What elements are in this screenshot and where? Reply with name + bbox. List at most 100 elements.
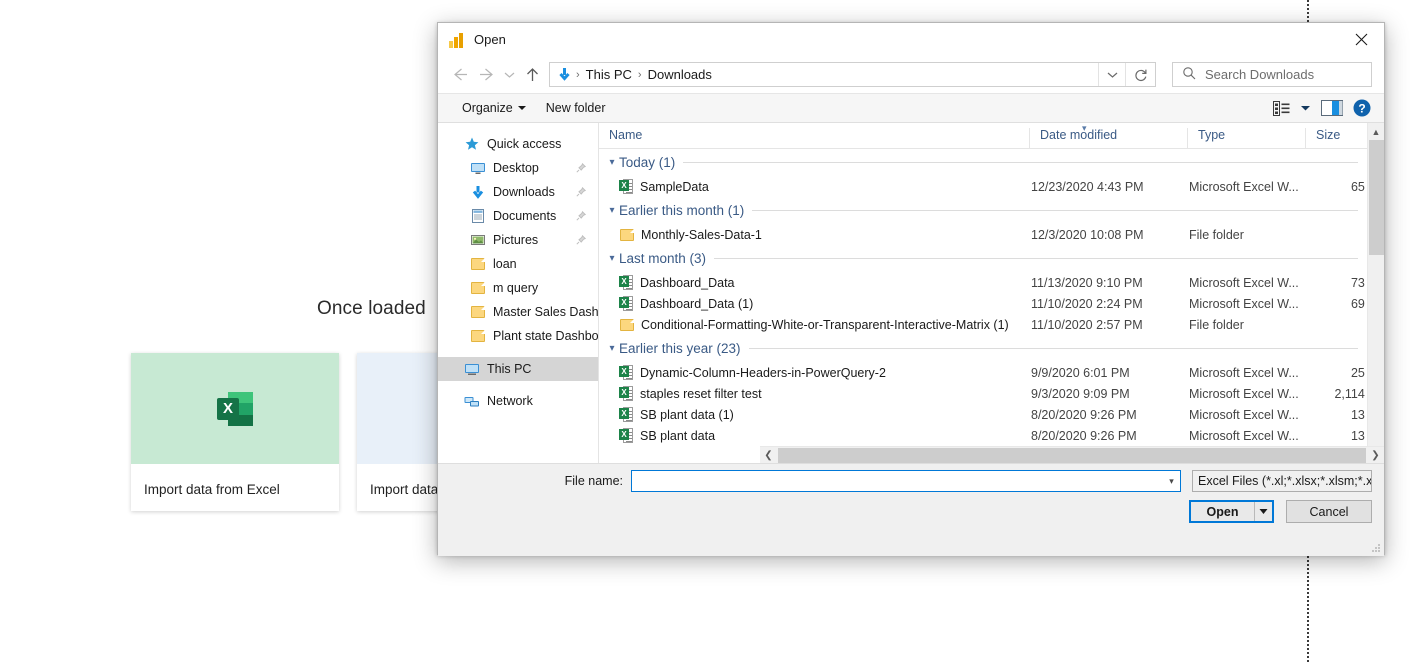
table-row[interactable]: Conditional-Formatting-White-or-Transpar… — [599, 314, 1366, 335]
chevron-down-icon[interactable]: ▾ — [1163, 476, 1180, 487]
new-folder-button[interactable]: New folder — [536, 96, 616, 120]
arrow-left-icon[interactable] — [447, 62, 473, 88]
arrow-up-icon[interactable] — [519, 62, 545, 88]
scroll-left-icon[interactable]: ❮ — [760, 447, 777, 464]
sidebar-item-loan[interactable]: loan — [438, 252, 598, 276]
vertical-scrollbar[interactable]: ▲ ▼ — [1367, 123, 1384, 463]
sidebar-item-documents[interactable]: Documents — [438, 204, 598, 228]
group-label: Earlier this month (1) — [619, 203, 745, 218]
table-row[interactable]: X SB plant data (1) 8/20/2020 9:26 PM Mi… — [599, 404, 1384, 425]
file-name-cell[interactable]: Conditional-Formatting-White-or-Transpar… — [619, 318, 1031, 332]
sidebar-item-network[interactable]: Network — [438, 389, 598, 413]
column-header-name[interactable]: Name — [599, 128, 1029, 148]
table-row[interactable]: X Dashboard_Data (1) 11/10/2020 2:24 PM … — [599, 293, 1384, 314]
sidebar-item-label: Downloads — [493, 185, 555, 199]
table-row[interactable]: X Dashboard_Data 11/13/2020 9:10 PM Micr… — [599, 272, 1384, 293]
scroll-up-icon[interactable]: ▲ — [1368, 123, 1384, 140]
caret-down-icon[interactable] — [1254, 502, 1272, 521]
open-button-label[interactable]: Open — [1191, 502, 1254, 521]
breadcrumb[interactable]: › This PC › Downloads — [550, 66, 1098, 83]
scroll-right-icon[interactable]: ❯ — [1367, 447, 1384, 464]
sidebar-item-desktop[interactable]: Desktop — [438, 156, 598, 180]
chevron-down-icon[interactable]: ▾ — [605, 157, 619, 168]
organize-label: Organize — [462, 101, 513, 115]
chevron-down-icon[interactable] — [1098, 63, 1125, 86]
arrow-right-icon[interactable] — [473, 62, 499, 88]
horizontal-scrollbar[interactable]: ❮ ❯ — [760, 446, 1384, 463]
file-name-input[interactable] — [632, 471, 1163, 491]
card-label: Import data from Excel — [144, 482, 280, 497]
help-icon[interactable]: ? — [1348, 95, 1376, 121]
sidebar-item-master-sales-dashboard[interactable]: Master Sales Dashbo — [438, 300, 598, 324]
file-type: File folder — [1189, 317, 1244, 332]
open-button[interactable]: Open — [1189, 500, 1274, 523]
sidebar-item-m-query[interactable]: m query — [438, 276, 598, 300]
preview-pane-icon[interactable] — [1316, 95, 1348, 121]
table-row[interactable]: X Dynamic-Column-Headers-in-PowerQuery-2… — [599, 362, 1384, 383]
monitor-icon — [470, 160, 486, 176]
table-row[interactable]: X SampleData 12/23/2020 4:43 PM Microsof… — [599, 176, 1384, 197]
file-name-cell[interactable]: X SB plant data (1) — [619, 407, 1031, 422]
search-input[interactable] — [1203, 66, 1371, 83]
chevron-down-icon[interactable] — [499, 62, 519, 88]
resize-grip[interactable] — [1371, 543, 1381, 553]
sidebar-item-downloads[interactable]: Downloads — [438, 180, 598, 204]
sidebar-item-pictures[interactable]: Pictures — [438, 228, 598, 252]
group-header-earlier-this-month[interactable]: ▾ Earlier this month (1) — [599, 197, 1366, 224]
chevron-down-icon[interactable]: ▾ — [605, 343, 619, 354]
cancel-button[interactable]: Cancel — [1286, 500, 1372, 523]
column-header-type[interactable]: Type — [1187, 128, 1305, 148]
svg-text:?: ? — [1358, 102, 1365, 116]
chevron-down-icon[interactable] — [1295, 95, 1316, 121]
folder-icon — [471, 306, 485, 318]
table-row[interactable]: Monthly-Sales-Data-1 12/3/2020 10:08 PM … — [599, 224, 1366, 245]
sidebar-item-plant-state-dashboard[interactable]: Plant state Dashboa — [438, 324, 598, 348]
file-name-combobox[interactable]: ▾ — [631, 470, 1181, 492]
import-card-excel[interactable]: X Import data from Excel — [131, 353, 339, 511]
sidebar-item-label: Network — [487, 394, 533, 408]
picture-icon — [470, 232, 486, 248]
search-box[interactable] — [1172, 62, 1372, 87]
group-header-today[interactable]: ▾ Today (1) — [599, 149, 1366, 176]
sidebar-item-label: Desktop — [493, 161, 539, 175]
monitor-icon — [464, 361, 480, 377]
file-name-cell[interactable]: X SB plant data — [619, 428, 1031, 443]
table-row[interactable]: X staples reset filter test 9/3/2020 9:0… — [599, 383, 1384, 404]
file-type: Microsoft Excel W... — [1189, 296, 1299, 311]
close-icon[interactable] — [1338, 23, 1384, 56]
breadcrumb-item-this-pc[interactable]: This PC — [583, 67, 635, 82]
file-name-cell[interactable]: Monthly-Sales-Data-1 — [619, 228, 1031, 242]
chevron-down-icon[interactable]: ▾ — [605, 205, 619, 216]
navigation-pane: Quick access Desktop Downloads Documents… — [438, 123, 599, 463]
sidebar-item-label: Pictures — [493, 233, 539, 247]
file-name-cell[interactable]: X Dashboard_Data — [619, 275, 1031, 290]
file-name-cell[interactable]: X SampleData — [619, 179, 1031, 194]
file-date: 12/23/2020 4:43 PM — [1031, 179, 1144, 194]
open-file-dialog: Open › This PC › Downloads Search Downlo… — [437, 22, 1385, 556]
file-type-filter-combobox[interactable]: Excel Files (*.xl;*.xlsx;*.xlsm;*.xl ▾ — [1192, 470, 1372, 492]
pin-icon — [576, 210, 587, 221]
sidebar-item-this-pc[interactable]: This PC — [438, 357, 598, 381]
file-name-label: File name: — [564, 474, 623, 488]
file-name: Monthly-Sales-Data-1 — [641, 227, 762, 242]
file-name-cell[interactable]: X Dynamic-Column-Headers-in-PowerQuery-2 — [619, 365, 1031, 380]
vertical-scroll-thumb[interactable] — [1369, 140, 1384, 255]
file-name-cell[interactable]: X staples reset filter test — [619, 386, 1031, 401]
sidebar-item-label: loan — [493, 257, 517, 271]
group-rule — [752, 210, 1358, 211]
sidebar-item-quick-access[interactable]: Quick access — [438, 132, 598, 156]
table-row[interactable]: X SB plant data 8/20/2020 9:26 PM Micros… — [599, 425, 1384, 446]
organize-button[interactable]: Organize — [452, 96, 536, 120]
breadcrumb-item-downloads[interactable]: Downloads — [645, 67, 715, 82]
file-date: 8/20/2020 9:26 PM — [1031, 428, 1137, 443]
file-name-cell[interactable]: X Dashboard_Data (1) — [619, 296, 1031, 311]
view-list-icon[interactable] — [1268, 95, 1295, 121]
address-bar[interactable]: › This PC › Downloads — [549, 62, 1156, 87]
column-header-date-modified[interactable]: ▾ Date modified — [1029, 123, 1187, 148]
horizontal-scroll-thumb[interactable] — [778, 447, 1366, 463]
chevron-down-icon[interactable]: ▾ — [605, 253, 619, 264]
file-name: staples reset filter test — [640, 386, 762, 401]
group-header-earlier-this-year[interactable]: ▾ Earlier this year (23) — [599, 335, 1366, 362]
group-header-last-month[interactable]: ▾ Last month (3) — [599, 245, 1366, 272]
refresh-icon[interactable] — [1125, 63, 1155, 86]
